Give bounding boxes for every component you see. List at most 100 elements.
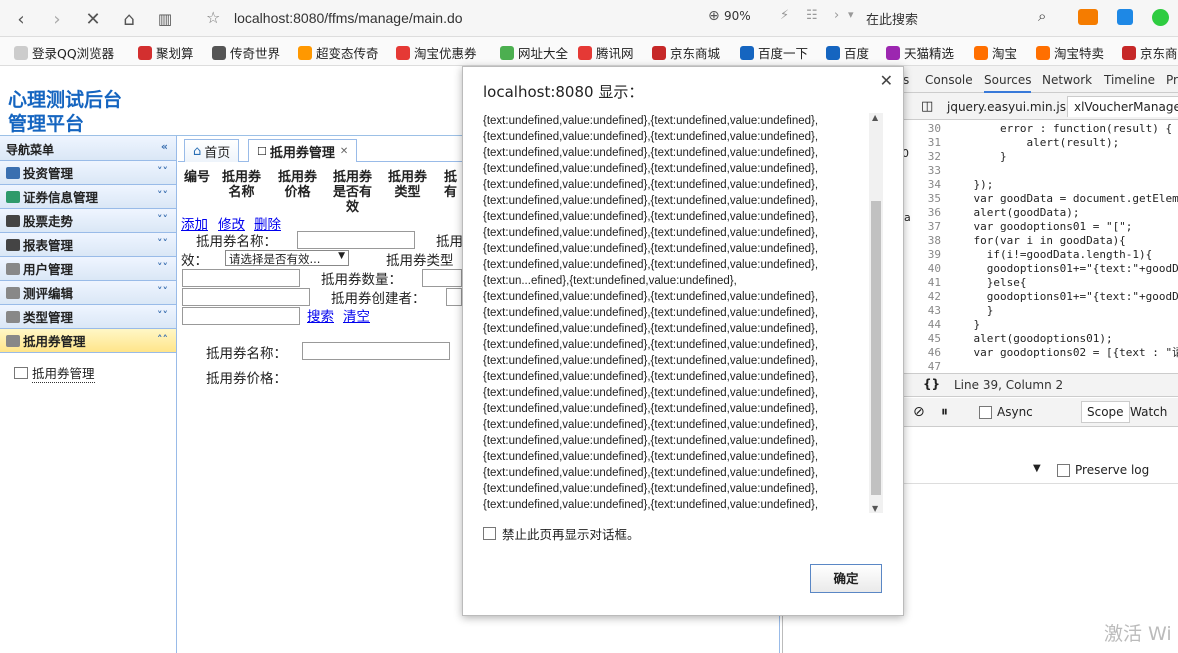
quantity-input[interactable] (422, 269, 462, 287)
column-header[interactable]: 编号 (184, 170, 210, 185)
filter-dropdown-icon[interactable]: ▼ (1033, 463, 1041, 474)
address-bar[interactable]: ☆ localhost:8080/ffms/manage/main.do (196, 4, 706, 33)
close-icon[interactable]: ✕ (340, 146, 348, 157)
sidebar-item[interactable]: 用户管理 ˅˅ (0, 257, 176, 281)
preserve-log-checkbox[interactable] (1057, 464, 1070, 477)
bookmark-item[interactable]: 聚划算 (138, 43, 194, 62)
lightning-icon[interactable]: ⚡ (780, 8, 789, 23)
toggle-navigator-icon[interactable]: ◫ (921, 99, 933, 114)
forward-icon[interactable]: › (44, 6, 70, 32)
devtools-tab-network[interactable]: Network (1042, 73, 1092, 87)
file-tab-jquery[interactable]: jquery.easyui.min.js (947, 100, 1066, 114)
bookmark-icon (212, 45, 226, 60)
reader-icon[interactable]: ▥ (152, 6, 178, 32)
bookmark-item[interactable]: 登录QQ浏览器 (14, 43, 114, 62)
pause-icon[interactable]: ⏸ (941, 404, 948, 420)
ok-button[interactable]: 确定 (810, 564, 882, 593)
sidebar-item[interactable]: 投资管理 ˅˅ (0, 161, 176, 185)
devtools-tab-sources[interactable]: Sources (984, 73, 1032, 93)
clear-link[interactable]: 清空 (343, 305, 370, 325)
sidebar-item[interactable]: 测评编辑 ˅˅ (0, 281, 176, 305)
braces-icon[interactable]: {} (923, 377, 940, 391)
close-icon[interactable]: ✕ (880, 71, 893, 90)
collapse-icon[interactable]: « (161, 140, 168, 153)
scroll-down-icon[interactable]: ▼ (872, 504, 878, 513)
chevron-icon[interactable]: ˅˅ (157, 237, 168, 250)
sidebar-item[interactable]: 类型管理 ˅˅ (0, 305, 176, 329)
deactivate-breakpoints-icon[interactable]: ⊘ (913, 404, 925, 420)
dialog-scrollbar[interactable]: ▲ ▼ (869, 113, 883, 513)
grid-icon[interactable]: ☷ (806, 8, 818, 23)
chevron-icon[interactable]: ˅˅ (157, 261, 168, 274)
search-input[interactable]: 在此搜索 (866, 9, 918, 28)
name-input[interactable] (297, 231, 415, 249)
bookmark-item[interactable]: 腾讯网 (578, 43, 634, 62)
bookmark-item[interactable]: 淘宝 (974, 43, 1017, 62)
video-icon[interactable] (1078, 9, 1098, 25)
sidebar-item[interactable]: 证券信息管理 ˅˅ (0, 185, 176, 209)
star-icon[interactable]: ☆ (206, 8, 220, 27)
devtools-tab-profiles[interactable]: Pro (1166, 73, 1178, 87)
app-title-line2: 管理平台 (8, 113, 85, 135)
suppress-dialogs-option[interactable]: 禁止此页再显示对话框。 (483, 524, 640, 543)
column-header[interactable]: 抵用券 类型 (388, 170, 427, 200)
search-icon[interactable]: ⌕ (1038, 7, 1046, 25)
wechat-icon[interactable] (1152, 9, 1169, 26)
activation-watermark: 激活 Wi (1104, 623, 1172, 645)
async-label: Async (997, 405, 1033, 419)
search-engine-icon[interactable]: ▾ (848, 8, 854, 21)
watch-tab[interactable]: Watch (1130, 405, 1167, 419)
bookmark-item[interactable]: 网址大全 (500, 43, 568, 62)
tab-voucher[interactable]: ☐ 抵用券管理 ✕ (248, 139, 358, 162)
bookmark-item[interactable]: 百度 (826, 43, 869, 62)
stop-icon[interactable]: ✕ (80, 6, 106, 32)
file-tab-voucher[interactable]: xlVoucherManage.d (1067, 96, 1178, 117)
bookmark-item[interactable]: 百度一下 (740, 43, 808, 62)
chevron-icon[interactable]: ˅˅ (157, 213, 168, 226)
search-link[interactable]: 搜索 (307, 305, 334, 325)
creator-input[interactable] (446, 288, 462, 306)
tab-home[interactable]: ⌂ 首页 (184, 139, 240, 162)
column-header[interactable]: 抵用券 名称 (222, 170, 261, 200)
scroll-thumb[interactable] (871, 201, 881, 495)
bookmark-item[interactable]: 超变态传奇 (298, 43, 379, 62)
bookmark-item[interactable]: 淘宝特卖 (1036, 43, 1104, 62)
sidebar-item[interactable]: 股票走势 ˅˅ (0, 209, 176, 233)
bookmark-item[interactable]: 淘宝优惠券 (396, 43, 477, 62)
back-icon[interactable]: ‹ (8, 6, 34, 32)
chevron-icon[interactable]: ˄˄ (157, 333, 168, 346)
scroll-up-icon[interactable]: ▲ (872, 113, 878, 122)
valid-select[interactable]: 请选择是否有效... ▼ (225, 250, 349, 266)
zoom-icon[interactable]: ⊕ (708, 8, 720, 24)
date-input[interactable] (182, 307, 300, 325)
chevron-right-icon[interactable]: › (834, 8, 839, 23)
chevron-icon[interactable]: ˅˅ (157, 165, 168, 178)
column-header[interactable]: 抵 有 (444, 170, 457, 200)
chevron-icon[interactable]: ˅˅ (157, 189, 168, 202)
sidebar-item[interactable]: 报表管理 ˅˅ (0, 233, 176, 257)
column-header[interactable]: 抵用券 是否有 效 (333, 170, 372, 215)
devtools-tab-console[interactable]: Console (925, 73, 973, 87)
sidebar-item-label: 股票走势 (23, 214, 74, 229)
price-input[interactable] (182, 269, 300, 287)
sub-item-voucher[interactable]: 抵用券管理 (14, 363, 176, 383)
scope-tab[interactable]: Scope (1081, 401, 1130, 423)
bookmark-item[interactable]: 京东商城 (652, 43, 720, 62)
chevron-icon[interactable]: ˅˅ (157, 285, 168, 298)
sidebar-item[interactable]: 抵用券管理 ˄˄ (0, 329, 176, 353)
bookmark-item[interactable]: 京东商 (1122, 43, 1178, 62)
chevron-icon[interactable]: ˅˅ (157, 309, 168, 322)
play-icon[interactable] (1117, 9, 1133, 25)
code-text: var goodoptions02 = [{text : "请 (947, 346, 1178, 359)
zoom-level[interactable]: 90% (724, 9, 751, 23)
extra-input[interactable] (182, 288, 310, 306)
home-icon[interactable]: ⌂ (116, 6, 142, 32)
nav-header: 导航菜单 « (0, 136, 176, 161)
devtools-tab-timeline[interactable]: Timeline (1104, 73, 1155, 87)
bookmark-item[interactable]: 天猫精选 (886, 43, 954, 62)
suppress-checkbox[interactable] (483, 527, 496, 540)
column-header[interactable]: 抵用券 价格 (278, 170, 317, 200)
async-checkbox[interactable] (979, 406, 992, 419)
bookmark-item[interactable]: 传奇世界 (212, 43, 280, 62)
edit-name-input[interactable] (302, 342, 450, 360)
